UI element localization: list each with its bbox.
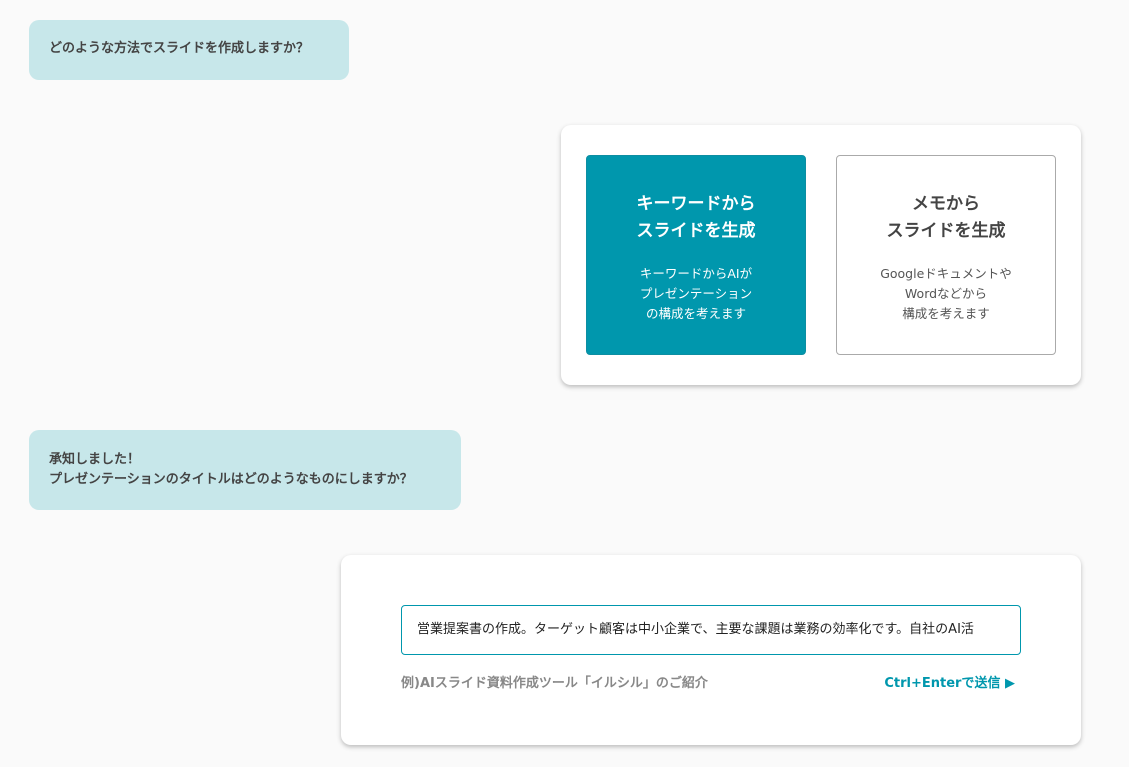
message-line: プレゼンテーションのタイトルはどのようなものにしますか？ — [49, 472, 413, 487]
memo-option-button[interactable]: メモから スライドを生成 Googleドキュメントや Wordなどから 構成を考… — [836, 155, 1056, 355]
option-description: キーワードからAIが プレゼンテーション の構成を考えます — [639, 266, 753, 321]
bot-message-method: どのような方法でスライドを作成しますか？ — [29, 20, 349, 80]
method-selection-card: キーワードから スライドを生成 キーワードからAIが プレゼンテーション の構成… — [561, 125, 1081, 385]
message-text: どのような方法でスライドを作成しますか？ — [49, 41, 310, 56]
example-hint: 例)AIスライド資料作成ツール「イルシル」のご紹介 — [401, 676, 708, 691]
option-title: キーワードから スライドを生成 — [636, 194, 756, 241]
message-line: 承知しました！ — [49, 452, 141, 467]
title-input[interactable]: 営業提案書の作成。ターゲット顧客は中小企業で、主要な課題は業務の効率化です。自社… — [401, 605, 1021, 655]
option-title: メモから スライドを生成 — [886, 194, 1006, 241]
keyword-option-button[interactable]: キーワードから スライドを生成 キーワードからAIが プレゼンテーション の構成… — [586, 155, 806, 355]
title-input-card: 営業提案書の作成。ターゲット顧客は中小企業で、主要な課題は業務の効率化です。自社… — [341, 555, 1081, 745]
option-description: Googleドキュメントや Wordなどから 構成を考えます — [880, 266, 1012, 321]
bot-message-title: 承知しました！ プレゼンテーションのタイトルはどのようなものにしますか？ — [29, 430, 461, 510]
send-button[interactable]: Ctrl+Enterで送信 ▶ — [884, 672, 1015, 691]
